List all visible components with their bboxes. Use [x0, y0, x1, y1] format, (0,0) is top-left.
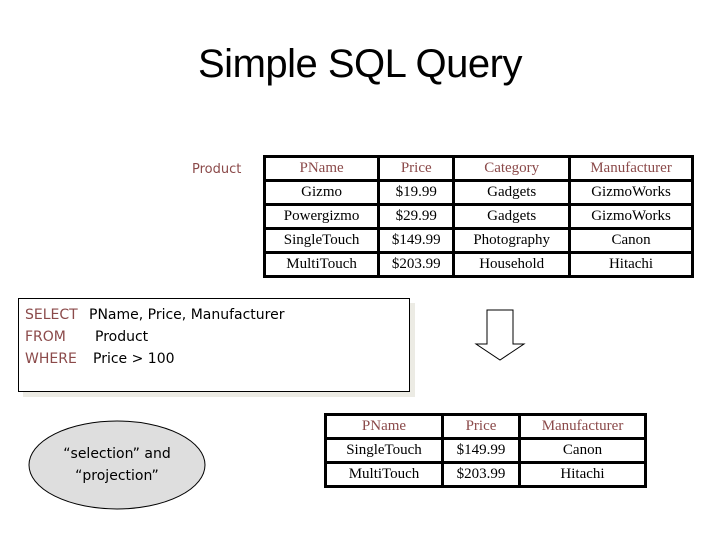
callout-line-1: “selection” and: [63, 446, 171, 462]
table-cell: Canon: [568, 227, 694, 254]
table-cell: SingleTouch: [262, 227, 381, 254]
from-clause: FROM Product: [25, 326, 409, 348]
table-cell: MultiTouch: [262, 251, 381, 278]
table-cell: $19.99: [377, 179, 456, 206]
table-cell: Photography: [452, 227, 572, 254]
table-cell: Canon: [518, 437, 647, 464]
table-cell: $149.99: [440, 437, 522, 464]
table-cell: Gadgets: [452, 203, 572, 230]
down-arrow-icon: [474, 309, 526, 361]
column-header: Manufacturer: [518, 413, 647, 440]
column-header: PName: [324, 413, 444, 440]
relation-name-label: Product: [192, 162, 242, 177]
where-clause: WHERE Price > 100: [25, 348, 409, 370]
table-cell: Hitachi: [518, 461, 647, 488]
table-row: SingleTouch $149.99 Photography Canon: [262, 227, 694, 254]
from-keyword: FROM: [25, 329, 66, 345]
select-list: PName, Price, Manufacturer: [89, 307, 285, 323]
select-clause: SELECT PName, Price, Manufacturer: [25, 304, 409, 326]
table-cell: Household: [452, 251, 572, 278]
sql-query-box: SELECT PName, Price, Manufacturer FROM Pro…: [18, 298, 410, 392]
column-header: Category: [452, 155, 572, 182]
table-cell: Hitachi: [568, 251, 694, 278]
table-row: Powergizmo $29.99 Gadgets GizmoWorks: [262, 203, 694, 230]
table-cell: Gizmo: [262, 179, 381, 206]
column-header: PName: [262, 155, 381, 182]
table-cell: GizmoWorks: [568, 179, 694, 206]
table-cell: $203.99: [377, 251, 456, 278]
column-header: Price: [377, 155, 456, 182]
product-table: PName Price Category Manufacturer Gizmo …: [262, 155, 694, 278]
table-cell: $29.99: [377, 203, 456, 230]
table-cell: Powergizmo: [262, 203, 381, 230]
table-cell: SingleTouch: [324, 437, 444, 464]
table-header-row: PName Price Manufacturer: [324, 413, 647, 440]
table-row: MultiTouch $203.99 Household Hitachi: [262, 251, 694, 278]
table-cell: $149.99: [377, 227, 456, 254]
column-header: Price: [440, 413, 522, 440]
table-cell: Gadgets: [452, 179, 572, 206]
table-row: Gizmo $19.99 Gadgets GizmoWorks: [262, 179, 694, 206]
table-cell: $203.99: [440, 461, 522, 488]
callout-line-2: “projection”: [75, 468, 159, 484]
from-table: Product: [95, 329, 149, 345]
column-header: Manufacturer: [568, 155, 694, 182]
table-cell: GizmoWorks: [568, 203, 694, 230]
table-row: MultiTouch $203.99 Hitachi: [324, 461, 647, 488]
callout-text: “selection” and “projection”: [28, 443, 206, 487]
slide-title: Simple SQL Query: [198, 42, 522, 86]
select-keyword: SELECT: [25, 307, 78, 323]
where-keyword: WHERE: [25, 351, 77, 367]
where-condition: Price > 100: [93, 351, 175, 367]
table-row: SingleTouch $149.99 Canon: [324, 437, 647, 464]
table-cell: MultiTouch: [324, 461, 444, 488]
result-table: PName Price Manufacturer SingleTouch $14…: [324, 413, 647, 488]
table-header-row: PName Price Category Manufacturer: [262, 155, 694, 182]
